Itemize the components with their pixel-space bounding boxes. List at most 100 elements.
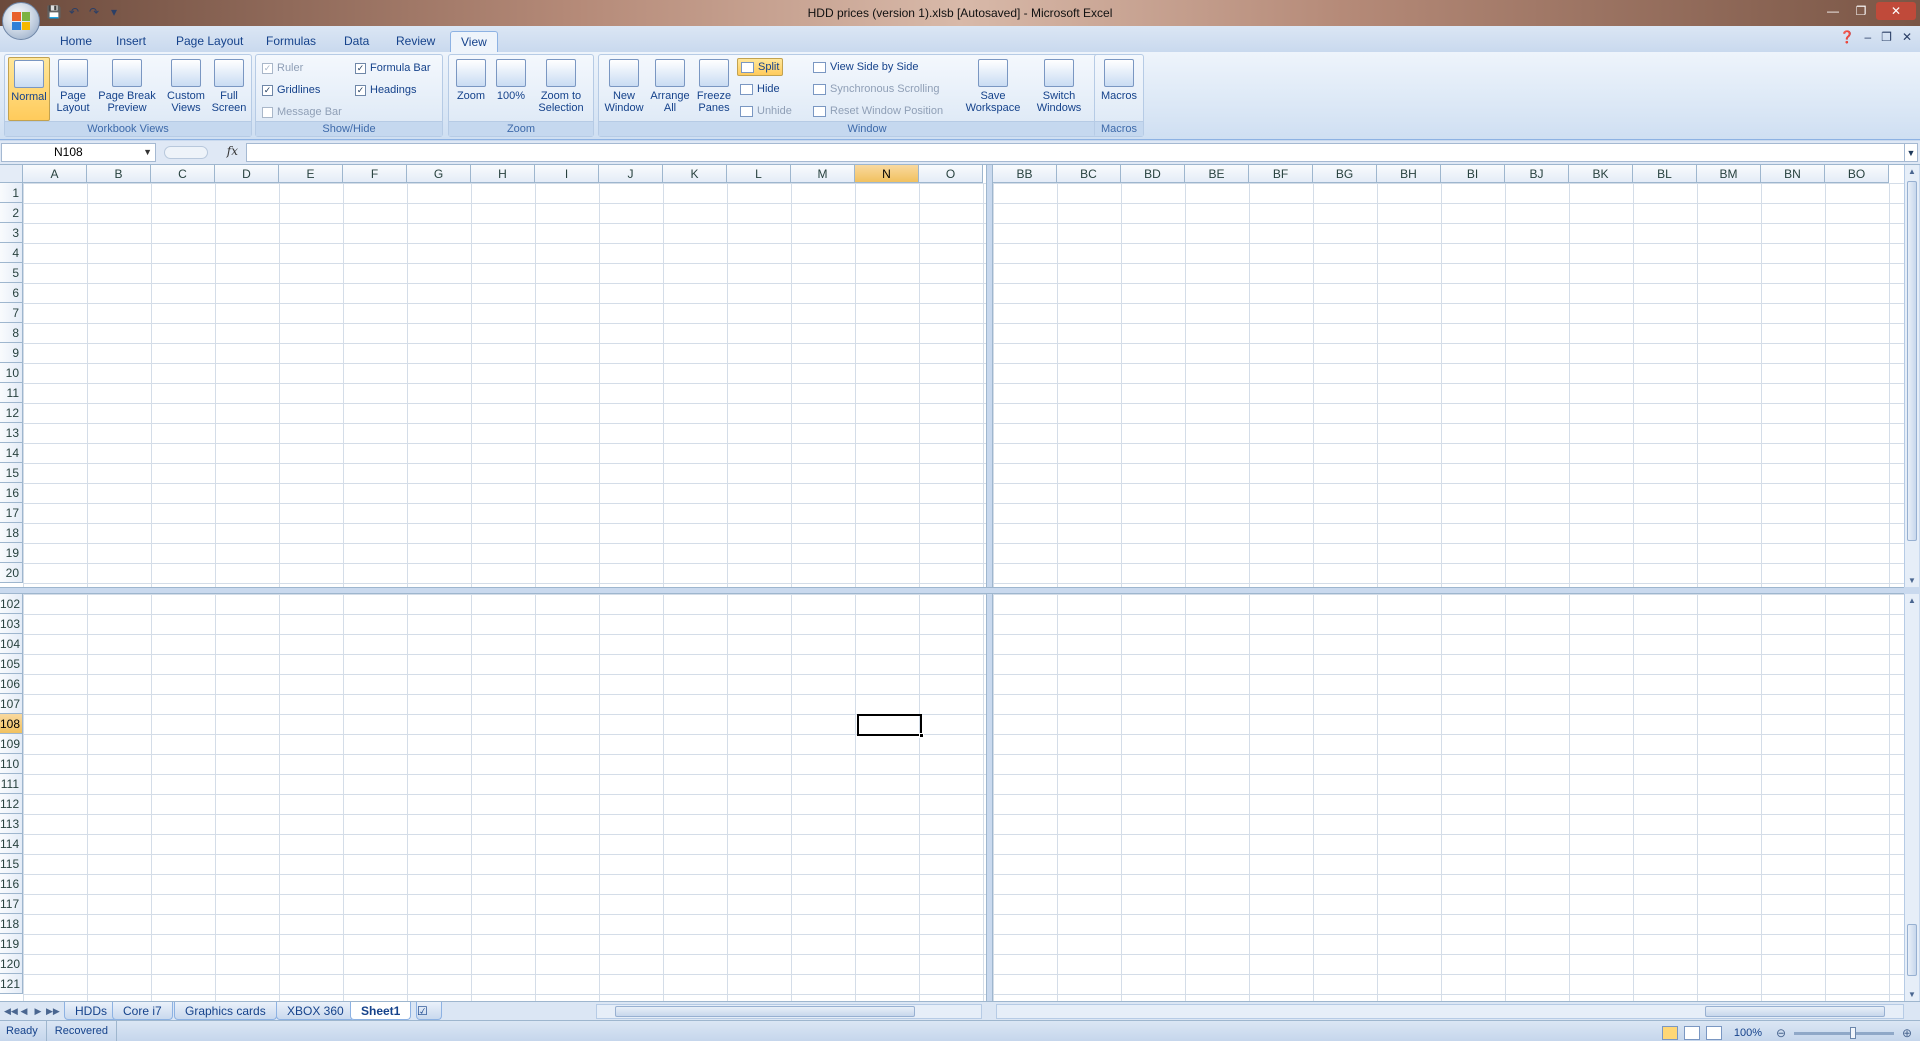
column-header[interactable]: B <box>87 165 151 183</box>
zoom-button[interactable]: Zoom <box>451 57 491 121</box>
pane-bottom-left[interactable]: 102 103 104 105 106 107 108 109 110 111 112 113 114 1… <box>0 594 986 1001</box>
split-button[interactable]: Split <box>737 58 784 76</box>
column-header[interactable]: C <box>151 165 215 183</box>
tab-formulas[interactable]: Formulas <box>256 31 326 52</box>
cell-grid[interactable] <box>23 183 986 587</box>
row-header[interactable]: 110 <box>0 754 23 774</box>
sheet-tab-sheet1[interactable]: Sheet1 <box>350 1002 412 1020</box>
page-layout-view-icon[interactable] <box>1683 1026 1700 1040</box>
row-header[interactable]: 113 <box>0 814 23 834</box>
sheet-tab-xbox-360[interactable]: XBOX 360 <box>276 1002 355 1020</box>
doc-restore-icon[interactable]: ❐ <box>1881 30 1892 44</box>
row-header[interactable]: 9 <box>0 343 23 363</box>
row-header[interactable]: 112 <box>0 794 23 814</box>
zoom-to-selection-button[interactable]: Zoom to Selection <box>533 57 589 121</box>
row-header[interactable]: 8 <box>0 323 23 343</box>
scroll-thumb[interactable] <box>615 1006 915 1017</box>
row-header[interactable]: 5 <box>0 263 23 283</box>
column-header[interactable]: K <box>663 165 727 183</box>
scroll-thumb[interactable] <box>1907 924 1917 976</box>
zoom-slider[interactable] <box>1794 1026 1894 1039</box>
name-box[interactable]: N108 ▼ <box>1 143 156 162</box>
tab-home[interactable]: Home <box>50 31 102 52</box>
column-header[interactable]: E <box>279 165 343 183</box>
scroll-up-icon[interactable]: ▲ <box>1905 596 1919 605</box>
active-cell[interactable] <box>857 714 924 738</box>
zoom-in-icon[interactable]: ⊕ <box>1900 1023 1914 1041</box>
view-side-by-side-button[interactable]: View Side by Side <box>813 58 918 76</box>
gridlines-checkbox[interactable]: ✓ Gridlines <box>262 81 320 99</box>
sheet-tab-graphics-cards[interactable]: Graphics cards <box>174 1002 277 1020</box>
page-layout-view-button[interactable]: Page Layout <box>53 57 93 121</box>
close-button[interactable]: ✕ <box>1876 2 1916 20</box>
formula-input[interactable] <box>246 143 1906 162</box>
switch-windows-button[interactable]: Switch Windows <box>1027 57 1091 121</box>
row-header[interactable]: 120 <box>0 954 23 974</box>
row-header[interactable]: 102 <box>0 594 23 614</box>
row-header[interactable]: 11 <box>0 383 23 403</box>
pane-top-right[interactable]: BB BC BD BE BF BG BH BI BJ BK BL BM BN BO <box>993 165 1904 587</box>
row-header[interactable]: 14 <box>0 443 23 463</box>
row-header[interactable]: 103 <box>0 614 23 634</box>
column-header[interactable]: H <box>471 165 535 183</box>
row-header[interactable]: 7 <box>0 303 23 323</box>
row-header[interactable]: 4 <box>0 243 23 263</box>
reset-window-position-button[interactable]: Reset Window Position <box>813 102 943 120</box>
row-header[interactable]: 104 <box>0 634 23 654</box>
first-sheet-icon[interactable]: ◀◀ <box>4 1004 18 1018</box>
column-header[interactable]: BO <box>1825 165 1889 183</box>
cell-grid[interactable] <box>23 594 986 1001</box>
insert-worksheet-icon[interactable]: ☑ <box>416 1002 442 1020</box>
column-header[interactable]: BJ <box>1505 165 1569 183</box>
next-sheet-icon[interactable]: ▶ <box>32 1004 44 1018</box>
column-header[interactable]: BG <box>1313 165 1377 183</box>
row-header[interactable]: 117 <box>0 894 23 914</box>
row-header[interactable]: 116 <box>0 874 23 894</box>
row-header[interactable]: 17 <box>0 503 23 523</box>
page-break-view-icon[interactable] <box>1705 1026 1722 1040</box>
row-header[interactable]: 108 <box>0 714 23 734</box>
tab-insert[interactable]: Insert <box>106 31 156 52</box>
zoom-level[interactable]: 100% <box>1734 1023 1762 1041</box>
unhide-button[interactable]: Unhide <box>740 102 792 120</box>
vertical-scrollbar-bottom[interactable]: ▲ ▼ <box>1904 594 1919 1001</box>
normal-view-button[interactable]: Normal <box>8 57 50 121</box>
scroll-down-icon[interactable]: ▼ <box>1905 990 1919 999</box>
column-header[interactable]: M <box>791 165 855 183</box>
sheet-tab-hdds[interactable]: HDDs <box>64 1002 118 1020</box>
column-header[interactable]: BL <box>1633 165 1697 183</box>
row-header[interactable]: 20 <box>0 563 23 583</box>
last-sheet-icon[interactable]: ▶▶ <box>46 1004 60 1018</box>
tab-data[interactable]: Data <box>334 31 379 52</box>
column-header[interactable]: F <box>343 165 407 183</box>
custom-views-button[interactable]: Custom Views <box>163 57 209 121</box>
column-header[interactable]: BC <box>1057 165 1121 183</box>
row-header[interactable]: 13 <box>0 423 23 443</box>
new-window-button[interactable]: New Window <box>601 57 647 121</box>
column-header[interactable]: O <box>919 165 983 183</box>
full-screen-button[interactable]: Full Screen <box>209 57 249 121</box>
prev-sheet-icon[interactable]: ◀ <box>18 1004 30 1018</box>
formula-bar-checkbox[interactable]: ✓ Formula Bar <box>355 59 431 77</box>
column-header[interactable]: BK <box>1569 165 1633 183</box>
minimize-button[interactable]: — <box>1820 2 1846 20</box>
horizontal-scrollbar-right[interactable] <box>996 1004 1904 1019</box>
column-header[interactable]: BN <box>1761 165 1825 183</box>
zoom-out-icon[interactable]: ⊖ <box>1774 1023 1788 1041</box>
row-header[interactable]: 19 <box>0 543 23 563</box>
scroll-down-icon[interactable]: ▼ <box>1905 576 1919 585</box>
scroll-up-icon[interactable]: ▲ <box>1905 167 1919 176</box>
row-header[interactable]: 107 <box>0 694 23 714</box>
tab-review[interactable]: Review <box>386 31 445 52</box>
save-workspace-button[interactable]: Save Workspace <box>963 57 1023 121</box>
normal-view-icon[interactable] <box>1661 1026 1678 1040</box>
column-header[interactable]: BM <box>1697 165 1761 183</box>
macros-button[interactable]: Macros <box>1097 57 1141 121</box>
help-icon[interactable]: ❓ <box>1840 30 1855 44</box>
row-header[interactable]: 1 <box>0 183 23 203</box>
hide-button[interactable]: Hide <box>740 80 780 98</box>
message-bar-checkbox[interactable]: Message Bar <box>262 103 342 121</box>
row-header[interactable]: 3 <box>0 223 23 243</box>
doc-minimize-icon[interactable]: – <box>1864 30 1871 44</box>
column-header[interactable]: L <box>727 165 791 183</box>
